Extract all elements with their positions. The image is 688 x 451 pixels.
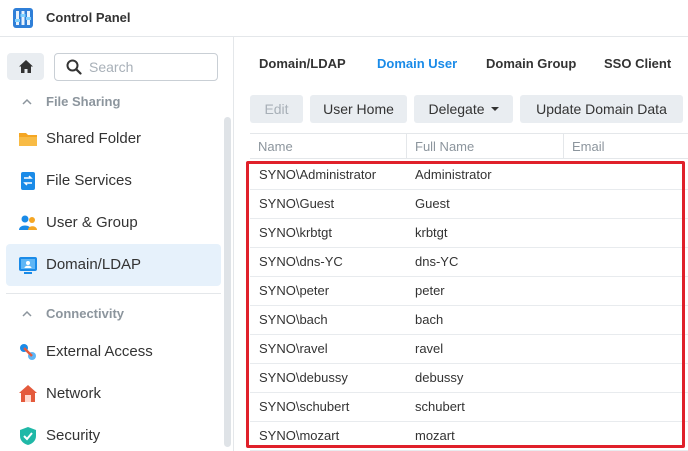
table-row[interactable]: SYNO\mozart mozart — [250, 422, 688, 451]
home-button[interactable] — [7, 53, 44, 80]
table-row[interactable]: SYNO\Administrator Administrator — [250, 161, 688, 190]
sidebar-item-network[interactable]: Network — [6, 373, 221, 415]
caret-down-icon — [490, 107, 499, 111]
sidebar: File Sharing Shared Folder File Services… — [0, 37, 234, 451]
network-icon — [19, 385, 37, 402]
sidebar-item-external-access[interactable]: External Access — [6, 331, 221, 373]
delegate-label: Delegate — [428, 101, 485, 117]
cell-name: SYNO\schubert — [259, 399, 350, 414]
sidebar-item-security[interactable]: Security — [6, 415, 221, 451]
table-row[interactable]: SYNO\schubert schubert — [250, 393, 688, 422]
chevron-up-icon — [22, 310, 32, 317]
domain-ldap-icon — [19, 257, 37, 274]
search-box[interactable] — [54, 53, 218, 81]
section-label: Connectivity — [46, 306, 125, 321]
cell-name: SYNO\ravel — [259, 341, 328, 356]
cell-full-name: Guest — [415, 196, 450, 211]
cell-full-name: dns-YC — [415, 254, 459, 269]
folder-icon — [19, 133, 37, 146]
control-panel-icon — [13, 8, 33, 28]
app-title: Control Panel — [46, 10, 131, 25]
user-group-icon — [19, 215, 37, 230]
section-connectivity[interactable]: Connectivity — [0, 302, 222, 326]
column-header-email[interactable]: Email — [572, 139, 605, 154]
table-row[interactable]: SYNO\bach bach — [250, 306, 688, 335]
cell-full-name: peter — [415, 283, 445, 298]
tab-sso-client[interactable]: SSO Client — [604, 56, 671, 71]
sidebar-divider — [6, 293, 221, 294]
table-row[interactable]: SYNO\peter peter — [250, 277, 688, 306]
sidebar-item-label: Shared Folder — [46, 130, 142, 147]
chevron-up-icon — [22, 98, 32, 105]
cell-name: SYNO\mozart — [259, 428, 340, 443]
external-access-icon — [20, 344, 36, 360]
column-separator[interactable] — [563, 134, 564, 159]
table-row[interactable]: SYNO\Guest Guest — [250, 190, 688, 219]
cell-name: SYNO\peter — [259, 283, 330, 298]
cell-name: SYNO\Guest — [259, 196, 335, 211]
cell-full-name: krbtgt — [415, 225, 448, 240]
file-services-icon — [21, 172, 35, 190]
cell-name: SYNO\bach — [259, 312, 328, 327]
cell-full-name: debussy — [415, 370, 464, 385]
security-shield-icon — [20, 427, 36, 445]
column-separator[interactable] — [406, 134, 407, 159]
sidebar-item-label: Security — [46, 427, 101, 444]
sidebar-item-label: File Services — [46, 172, 132, 189]
cell-full-name: ravel — [415, 341, 444, 356]
sidebar-item-label: External Access — [46, 343, 153, 360]
table-header: Name Full Name Email — [250, 133, 688, 159]
table-row[interactable]: SYNO\dns-YC dns-YC — [250, 248, 688, 277]
tab-domain-group[interactable]: Domain Group — [486, 56, 576, 71]
update-domain-data-button[interactable]: Update Domain Data — [520, 95, 683, 123]
title-bar: Control Panel — [0, 0, 688, 37]
search-icon — [66, 59, 82, 75]
search-input[interactable] — [89, 57, 209, 77]
sidebar-item-label: Domain/LDAP — [46, 256, 142, 273]
home-icon — [18, 60, 33, 73]
section-file-sharing[interactable]: File Sharing — [0, 90, 222, 114]
delegate-button[interactable]: Delegate — [414, 95, 513, 123]
main-panel: Domain/LDAP Domain User Domain Group SSO… — [235, 37, 688, 451]
cell-name: SYNO\dns-YC — [259, 254, 343, 269]
sidebar-scrollbar[interactable] — [224, 117, 231, 447]
sidebar-item-file-services[interactable]: File Services — [6, 160, 221, 202]
cell-name: SYNO\krbtgt — [259, 225, 332, 240]
tab-domain-ldap[interactable]: Domain/LDAP — [259, 56, 346, 71]
tab-domain-user[interactable]: Domain User — [377, 56, 457, 71]
sidebar-item-label: User & Group — [46, 214, 138, 231]
edit-button[interactable]: Edit — [250, 95, 303, 123]
sidebar-item-domain-ldap[interactable]: Domain/LDAP — [6, 244, 221, 286]
sidebar-item-label: Network — [46, 385, 102, 402]
sidebar-item-user-group[interactable]: User & Group — [6, 202, 221, 244]
user-home-button[interactable]: User Home — [310, 95, 407, 123]
cell-full-name: mozart — [415, 428, 455, 443]
tab-bar: Domain/LDAP Domain User Domain Group SSO… — [235, 37, 688, 89]
table-row[interactable]: SYNO\debussy debussy — [250, 364, 688, 393]
section-label: File Sharing — [46, 94, 121, 109]
table-row[interactable]: SYNO\ravel ravel — [250, 335, 688, 364]
cell-full-name: schubert — [415, 399, 465, 414]
toolbar: Edit User Home Delegate Update Domain Da… — [235, 95, 688, 125]
table-row[interactable]: SYNO\krbtgt krbtgt — [250, 219, 688, 248]
cell-full-name: Administrator — [415, 167, 492, 182]
cell-full-name: bach — [415, 312, 444, 327]
cell-name: SYNO\debussy — [259, 370, 348, 385]
column-header-name[interactable]: Name — [258, 139, 293, 154]
column-header-full-name[interactable]: Full Name — [415, 139, 474, 154]
cell-name: SYNO\Administrator — [259, 167, 377, 182]
sidebar-item-shared-folder[interactable]: Shared Folder — [6, 118, 221, 160]
